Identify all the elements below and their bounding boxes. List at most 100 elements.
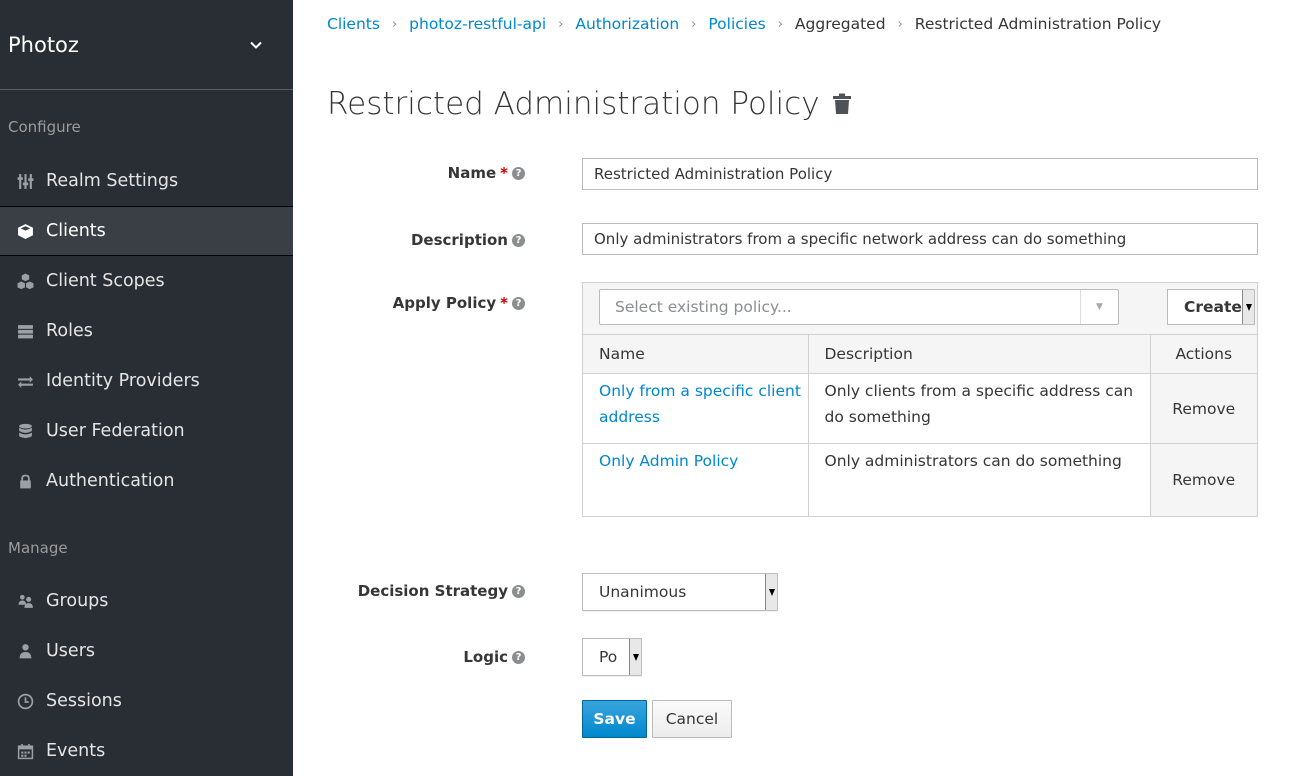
realm-selector[interactable]: Photoz <box>0 0 293 90</box>
breadcrumb-separator: › <box>897 16 903 32</box>
sidebar-item-label: Client Scopes <box>46 271 165 291</box>
policy-name-cell: Only Admin Policy <box>583 443 809 516</box>
policy-description-cell: Only clients from a specific address can… <box>808 373 1151 444</box>
policy-description-cell: Only administrators can do something <box>808 443 1151 516</box>
policy-link[interactable]: Only Admin Policy <box>599 452 738 470</box>
name-label: Name * ? <box>448 164 525 182</box>
create-label: Create <box>1184 298 1242 316</box>
policy-name-cell: Only from a specific client address <box>583 373 809 444</box>
sidebar-item-label: Clients <box>46 221 106 241</box>
sidebar-item-realm-settings[interactable]: Realm Settings <box>0 156 293 206</box>
select-existing-policy[interactable]: Select existing policy... ▼ <box>599 289 1119 325</box>
create-policy-dropdown[interactable]: Create <box>1167 289 1255 325</box>
users-icon <box>16 592 34 610</box>
help-icon[interactable]: ? <box>512 233 525 247</box>
sidebar-item-label: Events <box>46 741 106 761</box>
logic-label: Logic ? <box>463 648 525 666</box>
required-marker: * <box>500 294 508 312</box>
table-header-row: Name Description Actions <box>583 334 1257 374</box>
breadcrumb-client[interactable]: photoz-restful-api <box>409 15 546 33</box>
description-field[interactable]: Only administrators from a specific netw… <box>582 223 1258 255</box>
lock-icon <box>16 472 34 490</box>
select-placeholder: Select existing policy... <box>615 298 792 316</box>
page-title: Restricted Administration Policy <box>327 86 852 122</box>
sidebar-item-label: User Federation <box>46 421 185 441</box>
description-label-text: Description <box>410 231 508 249</box>
name-label-text: Name <box>447 164 497 182</box>
configure-nav: Realm Settings Clients Client Scopes Rol… <box>0 156 293 506</box>
breadcrumb-separator: › <box>391 16 398 32</box>
main-content: Clients › photoz-restful-api › Authoriza… <box>293 0 1292 776</box>
remove-button[interactable]: Remove <box>1150 443 1257 516</box>
column-header-actions: Actions <box>1150 334 1257 374</box>
sidebar-item-clients[interactable]: Clients <box>0 206 293 256</box>
manage-section-title: Manage <box>8 539 68 557</box>
breadcrumb-policies[interactable]: Policies <box>708 15 765 33</box>
breadcrumb-separator: › <box>691 16 697 32</box>
required-marker: * <box>500 164 508 182</box>
sidebar-item-user-federation[interactable]: User Federation <box>0 406 293 456</box>
clock-icon <box>16 692 34 710</box>
sidebar-item-label: Users <box>46 641 96 661</box>
sidebar-item-identity-providers[interactable]: Identity Providers <box>0 356 293 406</box>
column-header-description: Description <box>808 334 1151 374</box>
sidebar-item-authentication[interactable]: Authentication <box>0 456 293 506</box>
policy-link[interactable]: Only from a specific client address <box>599 382 801 426</box>
dropdown-arrow-icon <box>629 639 641 675</box>
sidebar-item-client-scopes[interactable]: Client Scopes <box>0 256 293 306</box>
breadcrumb-separator: › <box>558 16 564 32</box>
description-label: Description ? <box>411 231 525 249</box>
column-header-name: Name <box>583 334 809 374</box>
breadcrumb-current: Restricted Administration Policy <box>914 15 1162 33</box>
database-icon <box>16 422 34 440</box>
help-icon[interactable]: ? <box>512 166 525 180</box>
sidebar: Photoz Configure Realm Settings Clients … <box>0 0 293 776</box>
breadcrumb-clients[interactable]: Clients <box>327 15 380 33</box>
sidebar-item-groups[interactable]: Groups <box>0 576 293 626</box>
sidebar-item-label: Identity Providers <box>46 371 200 391</box>
sidebar-item-label: Realm Settings <box>46 171 179 191</box>
breadcrumb-authorization[interactable]: Authorization <box>575 15 679 33</box>
trash-icon[interactable] <box>832 93 852 115</box>
dropdown-arrow-icon <box>1242 290 1254 324</box>
help-icon[interactable]: ? <box>512 296 525 310</box>
logic-select[interactable]: Po <box>582 638 642 676</box>
apply-policy-label: Apply Policy * ? <box>393 294 525 312</box>
configure-section-title: Configure <box>8 118 81 136</box>
chevron-down-icon <box>250 41 262 49</box>
decision-strategy-label: Decision Strategy ? <box>358 582 525 600</box>
decision-strategy-select[interactable]: Unanimous <box>582 573 778 611</box>
logic-value: Po <box>599 648 618 666</box>
sidebar-item-sessions[interactable]: Sessions <box>0 676 293 726</box>
save-button[interactable]: Save <box>582 700 647 738</box>
breadcrumb-aggregated: Aggregated <box>794 15 886 33</box>
sidebar-item-label: Authentication <box>46 471 175 491</box>
list-icon <box>16 322 34 340</box>
decision-strategy-label-text: Decision Strategy <box>357 582 508 600</box>
cancel-button[interactable]: Cancel <box>652 700 732 738</box>
sidebar-item-roles[interactable]: Roles <box>0 306 293 356</box>
sidebar-item-label: Sessions <box>46 691 122 711</box>
user-icon <box>16 642 34 660</box>
dropdown-arrow-icon <box>765 574 777 610</box>
sliders-icon <box>16 172 34 190</box>
sidebar-item-users[interactable]: Users <box>0 626 293 676</box>
realm-name: Photoz <box>8 32 79 57</box>
sidebar-item-label: Groups <box>46 591 109 611</box>
decision-strategy-value: Unanimous <box>599 583 687 601</box>
sidebar-item-label: Roles <box>46 321 93 341</box>
cube-icon <box>16 222 34 240</box>
sidebar-item-events[interactable]: Events <box>0 726 293 776</box>
name-field[interactable]: Restricted Administration Policy <box>582 158 1258 190</box>
apply-policy-panel: Select existing policy... ▼ Create Name … <box>582 282 1258 517</box>
help-icon[interactable]: ? <box>512 584 525 598</box>
page-title-text: Restricted Administration Policy <box>327 86 820 122</box>
remove-button[interactable]: Remove <box>1150 373 1257 444</box>
select-arrow-icon: ▼ <box>1080 290 1118 324</box>
help-icon[interactable]: ? <box>512 650 525 664</box>
apply-policy-label-text: Apply Policy <box>392 294 497 312</box>
table-row: Only from a specific client address Only… <box>583 373 1257 444</box>
policies-table: Name Description Actions Only from a spe… <box>583 334 1257 516</box>
breadcrumb: Clients › photoz-restful-api › Authoriza… <box>327 15 1161 33</box>
logic-label-text: Logic <box>463 648 508 666</box>
